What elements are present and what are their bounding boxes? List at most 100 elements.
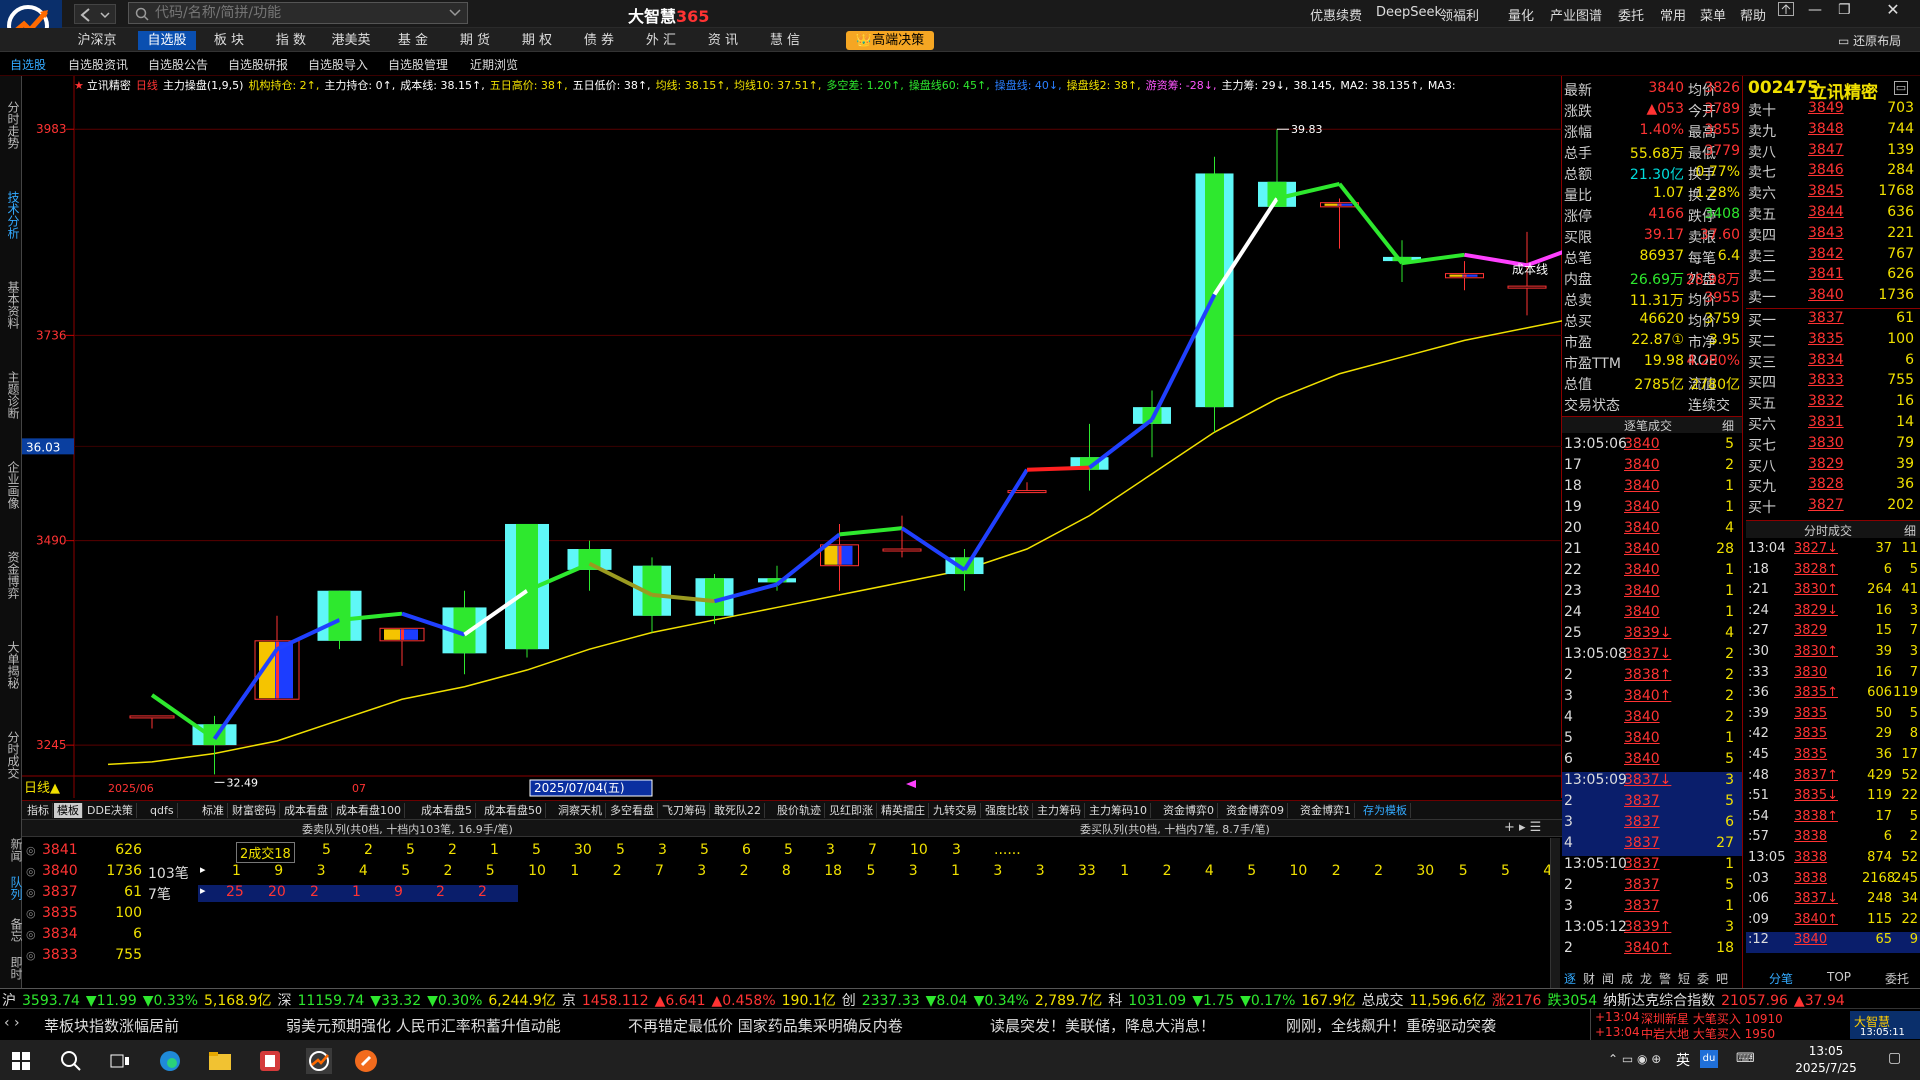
collapse-icon[interactable]: ▭ (1894, 81, 1908, 95)
window-menu-item[interactable]: 产业图谱 (1550, 5, 1602, 24)
queue-side-tab[interactable]: 队列 (0, 876, 23, 900)
bottom-left-tab[interactable]: 委 (1697, 970, 1709, 987)
main-tab[interactable]: 板 块 (200, 31, 258, 50)
ime-indicator[interactable]: 英 (1676, 1050, 1690, 1070)
bottom-left-tab[interactable]: 龙 (1640, 970, 1652, 987)
indicator-tab[interactable]: 标准 (199, 803, 228, 818)
indicator-tab[interactable]: 成本看盘100 (333, 803, 405, 818)
queue-side-tab[interactable]: 新闻 (0, 838, 23, 862)
indicator-tab[interactable]: DDE决策 (84, 803, 137, 818)
indicator-tab[interactable]: 主力筹码 (1034, 803, 1085, 818)
side-tab[interactable]: 企业画像 (2, 442, 20, 528)
indicator-tab[interactable]: 股价轨迹 (774, 803, 825, 818)
indicator-tab[interactable]: 财富密码 (229, 803, 280, 818)
main-tab[interactable]: 自选股 (138, 31, 196, 50)
main-tab[interactable]: 期 货 (446, 31, 504, 50)
bottom-left-tab[interactable]: 警 (1659, 970, 1671, 987)
search-input[interactable] (155, 4, 445, 22)
main-tab[interactable]: 沪深京 (68, 31, 126, 50)
side-tab[interactable]: 大单揭秘 (2, 622, 20, 708)
row-radio-icon[interactable]: ◎ (26, 949, 36, 962)
indicator-tab[interactable]: 九转交易 (930, 803, 981, 818)
bottom-left-tab[interactable]: 逐 (1564, 970, 1576, 987)
news-headline[interactable]: 读晨突发！美联储，降息大消息！ (990, 1015, 1215, 1036)
edge-icon[interactable] (158, 1049, 182, 1073)
side-tab[interactable]: 技术分析 (2, 172, 20, 258)
minimize-button[interactable]: — (1808, 2, 1822, 18)
queue-scrollbar[interactable] (1550, 838, 1560, 988)
tick-detail-button[interactable]: 细 (1722, 417, 1734, 434)
main-tab[interactable]: 外 汇 (632, 31, 690, 50)
indicator-tab[interactable]: 资金博弈09 (1223, 803, 1288, 818)
dzh-taskbar-icon[interactable] (306, 1048, 332, 1074)
news-headline[interactable]: 不再错定最低价 国家药品集采明确反内卷 (628, 1015, 903, 1036)
clock-date[interactable]: 2025/7/25 (1786, 1061, 1866, 1075)
main-tab[interactable]: 资 讯 (694, 31, 752, 50)
bottom-right-tab[interactable]: TOP (1814, 970, 1864, 984)
chevron-down-icon[interactable] (449, 9, 461, 17)
indicator-tab[interactable]: 飞刀筹码 (659, 803, 710, 818)
side-tab[interactable]: 分时成交 (2, 712, 20, 798)
close-button[interactable]: ✕ (1866, 0, 1920, 22)
window-menu-item[interactable]: 量化 (1508, 5, 1534, 24)
sub-tab[interactable]: 自选股导入 (308, 56, 368, 73)
restore-button[interactable]: ❐ (1838, 2, 1851, 18)
tray-icons[interactable]: ⌃ ▭ ◉ ⊕ (1608, 1052, 1661, 1066)
indicator-tab[interactable]: 洞察天机 (555, 803, 606, 818)
indicator-tab[interactable]: 精英擂庄 (878, 803, 929, 818)
queue-side-tab[interactable]: 备忘 (0, 918, 23, 942)
window-menu-item[interactable]: 菜单 (1700, 5, 1726, 24)
main-tab[interactable]: 慧 信 (756, 31, 814, 50)
row-radio-icon[interactable]: ◎ (26, 865, 36, 878)
dzh-badge[interactable]: 大智慧 13:05:11 (1850, 1011, 1920, 1039)
add-icon[interactable]: + ▸ ☰ (1504, 820, 1541, 835)
indicator-tab[interactable]: 敢死队22 (711, 803, 765, 818)
indicator-tab[interactable]: 成本看盘 (281, 803, 332, 818)
row-radio-icon[interactable]: ◎ (26, 928, 36, 941)
baidu-icon[interactable]: du (1700, 1050, 1718, 1068)
indicator-tab[interactable]: 主力筹码10 (1086, 803, 1151, 818)
folder-icon[interactable] (208, 1050, 232, 1072)
task-view-icon[interactable] (110, 1051, 130, 1071)
indicator-tab[interactable]: 成本看盘5 (418, 803, 476, 818)
bottom-left-tab[interactable]: 财 (1583, 970, 1595, 987)
main-tab[interactable]: 指 数 (262, 31, 320, 50)
decision-button[interactable]: 👑高端决策 (846, 31, 934, 50)
news-headline[interactable]: 刚刚，全线飙升！重磅驱动突袭 (1286, 1015, 1496, 1036)
sub-tab[interactable]: 自选股资讯 (68, 56, 128, 73)
side-tab[interactable]: 主题诊断 (2, 352, 20, 438)
notification-icon[interactable]: ▢ (1888, 1050, 1901, 1066)
indicator-tab[interactable]: 成本看盘50 (481, 803, 546, 818)
indicator-tab[interactable]: 资金博弈0 (1160, 803, 1218, 818)
bottom-left-tab[interactable]: 吧 (1716, 970, 1728, 987)
sub-tab[interactable]: 自选股公告 (148, 56, 208, 73)
app-red-icon[interactable] (258, 1049, 282, 1073)
windows-start-icon[interactable] (12, 1052, 30, 1070)
side-tab[interactable]: 分时走势 (2, 82, 20, 168)
search-box[interactable] (128, 2, 468, 24)
sub-tab[interactable]: 自选股 (10, 56, 46, 73)
sub-tab[interactable]: 自选股管理 (388, 56, 448, 73)
window-menu-item[interactable]: 帮助 (1740, 5, 1766, 24)
indicator-tab[interactable]: qdfs (147, 803, 178, 818)
window-menu-item[interactable]: 常用 (1660, 5, 1686, 24)
window-menu-item[interactable]: DeepSeek (1376, 5, 1442, 20)
bottom-right-tab[interactable]: 委托 (1872, 970, 1920, 987)
main-tab[interactable]: 期 权 (508, 31, 566, 50)
bottom-left-tab[interactable]: 短 (1678, 970, 1690, 987)
window-menu-item[interactable]: 领福利 (1440, 5, 1479, 24)
bottom-left-tab[interactable]: 成 (1621, 970, 1633, 987)
indicator-tab[interactable]: 见红即涨 (826, 803, 877, 818)
news-scroll-arrows[interactable]: ‹ › (4, 1015, 20, 1031)
indicator-tab[interactable]: 模板 (54, 803, 83, 818)
row-radio-icon[interactable]: ◎ (26, 886, 36, 899)
indicator-tab[interactable]: 指标 (24, 803, 53, 818)
sub-tab[interactable]: 近期浏览 (470, 56, 518, 73)
kline-chart[interactable]: 3983 3736 3490 3245 36.03 39.83 32.49 成本线 2025/0… (22, 76, 1562, 798)
bottom-left-tab[interactable]: 闻 (1602, 970, 1614, 987)
row-radio-icon[interactable]: ◎ (26, 844, 36, 857)
orange-app-icon[interactable] (354, 1049, 378, 1073)
indicator-tab[interactable]: 资金博弈1 (1297, 803, 1355, 818)
search-icon[interactable] (60, 1050, 82, 1072)
back-forward-button[interactable] (74, 4, 116, 24)
